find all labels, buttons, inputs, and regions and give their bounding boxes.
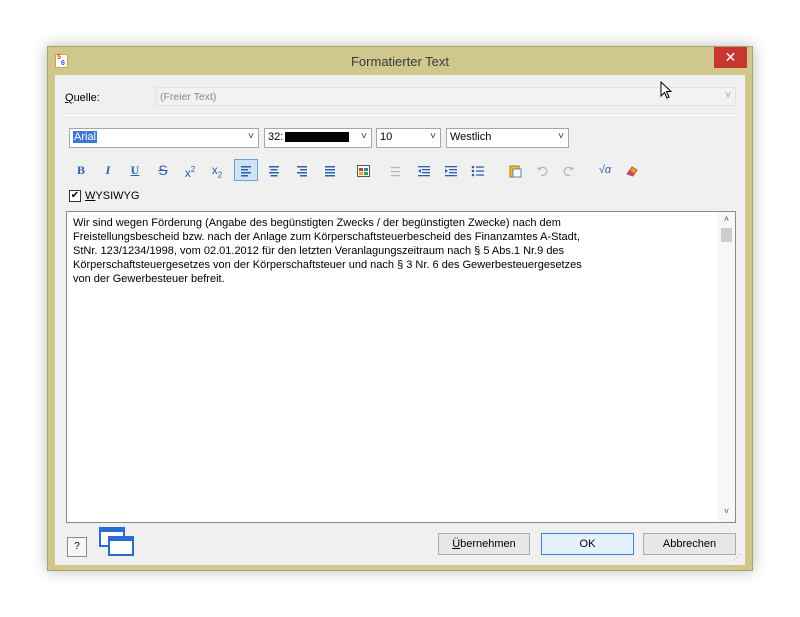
- wysiwyg-label-mnemonic: W: [85, 190, 96, 202]
- apply-button[interactable]: Übernehmen: [438, 533, 530, 555]
- font-family-select[interactable]: Arial ˅: [69, 128, 259, 148]
- paste-button[interactable]: [503, 159, 527, 181]
- source-label: Quelle:: [65, 92, 100, 104]
- superscript-button[interactable]: x2: [178, 159, 202, 181]
- window-icon[interactable]: [97, 525, 137, 559]
- increase-indent-button[interactable]: [439, 159, 463, 181]
- chevron-down-icon: ˅: [725, 90, 731, 101]
- cancel-button[interactable]: Abbrechen: [643, 533, 736, 555]
- underline-button[interactable]: U: [123, 159, 147, 181]
- chevron-down-icon: ˅: [248, 131, 254, 142]
- editor-line: von der Gewerbesteuer befreit.: [73, 273, 225, 285]
- source-label-text: uelle:: [73, 92, 100, 104]
- apply-label: bernehmen: [460, 538, 516, 550]
- font-size-value: 10: [380, 131, 393, 143]
- checkbox-checked[interactable]: ✔: [69, 190, 81, 202]
- align-right-button[interactable]: [290, 159, 314, 181]
- redo-icon: [563, 166, 574, 176]
- editor-line: Wir sind wegen Förderung (Angabe des beg…: [73, 217, 561, 229]
- bullet-list-icon: [471, 165, 484, 177]
- windows-stack-icon: [99, 527, 134, 556]
- scroll-down-button[interactable]: ˅: [718, 506, 735, 520]
- editor-line: Körperschaftsteuergesetzes von der Körpe…: [73, 259, 582, 271]
- align-right-icon: [297, 165, 307, 177]
- chevron-down-icon: ˅: [558, 131, 564, 142]
- source-label-mnemonic: Q: [65, 92, 74, 104]
- dialog-window: 5 6 Formatierter Text ✕ Quelle: (Freier …: [47, 46, 753, 571]
- ok-button[interactable]: OK: [541, 533, 634, 555]
- script-value: Westlich: [450, 131, 492, 143]
- source-select[interactable]: (Freier Text) ˅: [156, 87, 736, 106]
- undo-icon: [537, 166, 548, 176]
- align-center-icon: [269, 165, 279, 177]
- text-editor[interactable]: Wir sind wegen Förderung (Angabe des beg…: [66, 211, 736, 523]
- eraser-button[interactable]: [620, 159, 644, 181]
- subscript-button[interactable]: x2: [205, 159, 229, 181]
- source-value-text: (Freier Text): [160, 91, 217, 103]
- scroll-thumb[interactable]: [721, 228, 732, 242]
- subscript-exp: 2: [217, 170, 223, 180]
- line-spacing-icon: [391, 166, 400, 177]
- editor-line: Freistellungsbescheid bzw. nach der Anla…: [73, 231, 580, 243]
- editor-content[interactable]: Wir sind wegen Förderung (Angabe des beg…: [73, 216, 713, 286]
- formula-button[interactable]: √α: [593, 159, 617, 181]
- dialog-client-area: Quelle: (Freier Text) ˅ Arial ˅ 32: ˅ 10…: [55, 75, 745, 565]
- separator-line: [61, 115, 739, 116]
- color-swatch: [285, 132, 350, 143]
- indent-icon: [445, 165, 457, 177]
- script-select[interactable]: Westlich ˅: [446, 128, 569, 148]
- apply-mnemonic: Ü: [452, 538, 461, 550]
- help-button[interactable]: ?: [67, 537, 87, 557]
- undo-button[interactable]: [530, 159, 554, 181]
- resize-grip[interactable]: ⋰: [733, 553, 743, 563]
- line-spacing-button[interactable]: [385, 159, 409, 181]
- redo-button[interactable]: [557, 159, 581, 181]
- font-color-label: 32:: [268, 131, 284, 143]
- justify-button[interactable]: [318, 159, 342, 181]
- background-color-button[interactable]: [351, 159, 375, 181]
- outdent-icon: [418, 165, 430, 177]
- close-button[interactable]: ✕: [714, 47, 747, 68]
- italic-button[interactable]: I: [96, 159, 120, 181]
- wysiwyg-label: WYSIWYG: [85, 190, 139, 202]
- source-row: Quelle: (Freier Text) ˅: [55, 75, 745, 113]
- strikethrough-button[interactable]: S: [151, 159, 175, 181]
- vertical-scrollbar[interactable]: ˄ ˅: [718, 212, 735, 522]
- title-bar[interactable]: 5 6 Formatierter Text ✕: [48, 47, 752, 75]
- chevron-down-icon: ˅: [361, 131, 367, 142]
- eraser-icon: [626, 166, 638, 177]
- bold-button[interactable]: B: [69, 159, 93, 181]
- superscript-exp: 2: [190, 165, 196, 174]
- decrease-indent-button[interactable]: [412, 159, 436, 181]
- bullet-list-button[interactable]: [466, 159, 490, 181]
- align-center-button[interactable]: [262, 159, 286, 181]
- justify-icon: [325, 165, 335, 177]
- scroll-up-button[interactable]: ˄: [718, 214, 735, 228]
- window-title: Formatierter Text: [350, 54, 449, 69]
- font-size-select[interactable]: 10 ˅: [376, 128, 441, 148]
- clipboard-icon: [509, 165, 521, 178]
- wysiwyg-label-text: YSIWYG: [95, 190, 140, 202]
- font-color-select[interactable]: 32: ˅: [264, 128, 372, 148]
- align-left-button[interactable]: [234, 159, 258, 181]
- font-family-value: Arial: [73, 131, 98, 143]
- editor-line: StNr. 123/1234/1998, vom 02.01.2012 für …: [73, 245, 565, 257]
- align-left-icon: [241, 165, 251, 177]
- chevron-down-icon: ˅: [430, 131, 436, 142]
- mouse-cursor-icon: [660, 81, 673, 99]
- color-palette-icon: [356, 164, 370, 177]
